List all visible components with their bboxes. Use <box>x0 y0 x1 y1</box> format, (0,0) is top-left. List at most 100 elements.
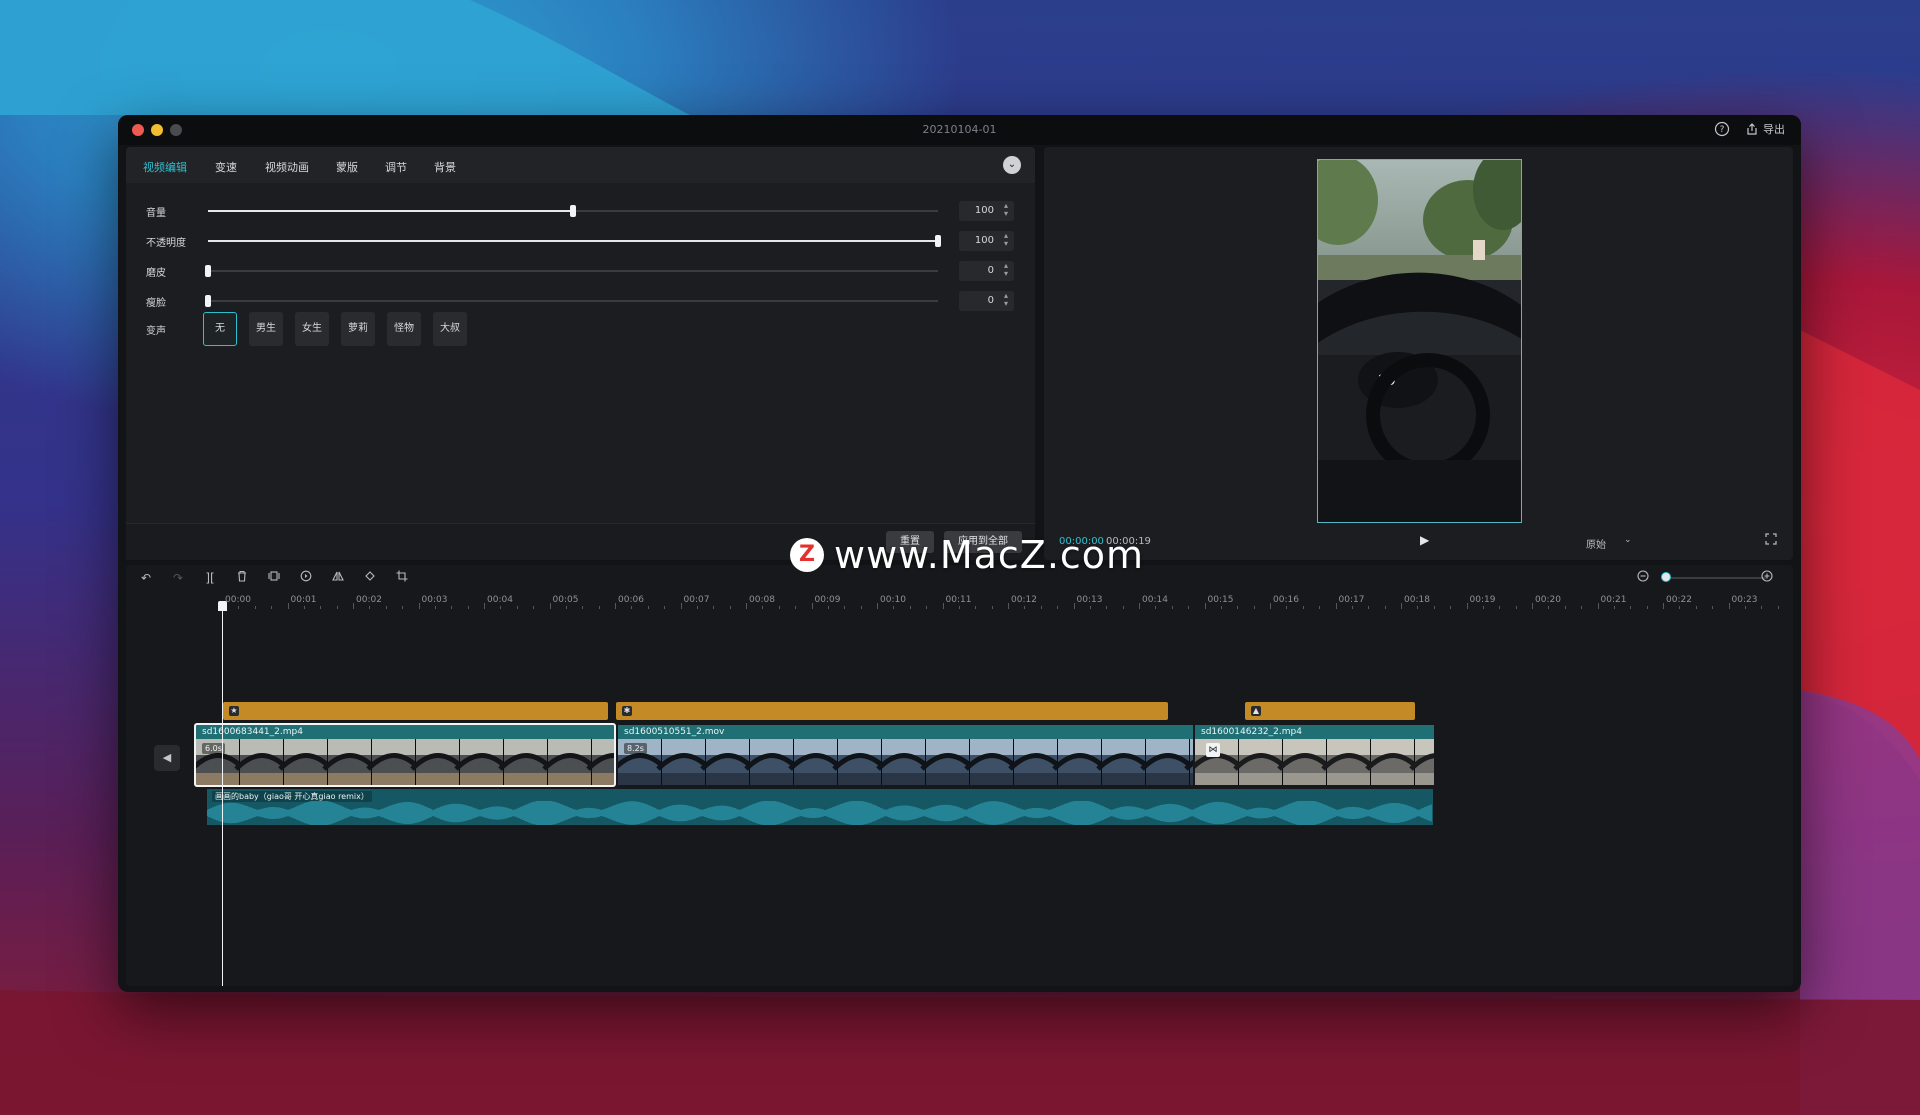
playhead[interactable] <box>222 603 223 986</box>
rotate-icon <box>364 571 376 585</box>
tab-background[interactable]: 背景 <box>434 159 456 175</box>
ruler-tick <box>991 606 993 609</box>
playhead-handle[interactable] <box>218 601 227 611</box>
smoothing-value-field[interactable]: 0 ▴ ▾ <box>959 261 1014 281</box>
tab-speed[interactable]: 变速 <box>215 159 237 175</box>
audio-clip[interactable]: 画画的baby（giao哥 开心真giao remix） <box>207 789 1433 825</box>
selected-clip-outline[interactable] <box>194 723 616 787</box>
zoom-out-button[interactable] <box>1635 570 1651 586</box>
ruler-tick-label: 00:17 <box>1338 595 1365 605</box>
ruler-tick <box>1270 603 1271 609</box>
stepper-icon[interactable]: ▴ ▾ <box>1004 262 1008 278</box>
mirror-icon <box>332 571 344 585</box>
undo-button[interactable]: ↶ <box>138 570 154 586</box>
stepper-icon[interactable]: ▴ ▾ <box>1004 232 1008 248</box>
slim-face-slider-knob[interactable] <box>205 295 211 307</box>
slim-face-label: 瘦脸 <box>146 298 166 309</box>
freeze-frame-icon <box>268 571 280 585</box>
video-preview[interactable]: 29 <box>1317 159 1522 523</box>
tab-adjust[interactable]: 调节 <box>385 159 407 175</box>
ruler-tick <box>1401 603 1402 609</box>
volume-value-field[interactable]: 100 ▴ ▾ <box>959 201 1014 221</box>
opacity-slider-knob[interactable] <box>935 235 941 247</box>
video-clip[interactable]: sd1600510551_2.mov 8.2s <box>618 725 1193 785</box>
voice-option-none[interactable]: 无 <box>203 312 237 346</box>
rotate-button[interactable] <box>362 570 378 586</box>
slider-row-smoothing: 磨皮 0 ▴ ▾ <box>126 261 1035 281</box>
ruler-tick <box>467 606 469 609</box>
redo-button[interactable]: ↷ <box>170 570 186 586</box>
volume-slider[interactable] <box>208 205 938 217</box>
ruler-tick <box>1122 606 1124 609</box>
edit-tabs: 视频编辑 变速 视频动画 蒙版 调节 背景 ⌄ <box>126 147 1035 183</box>
ruler-tick <box>1646 606 1648 609</box>
smoothing-label: 磨皮 <box>146 268 166 279</box>
effect-bar[interactable]: ★ <box>223 702 608 720</box>
voice-option-monster[interactable]: 怪物 <box>387 312 421 346</box>
help-button[interactable]: ? <box>1714 121 1730 137</box>
ruler-tick <box>369 606 371 609</box>
crop-icon <box>396 570 408 585</box>
freeze-frame-button[interactable] <box>266 570 282 586</box>
ruler-tick-label: 00:00 <box>225 595 251 605</box>
ruler-tick <box>1008 603 1009 609</box>
stepper-icon[interactable]: ▴ ▾ <box>1004 202 1008 218</box>
ruler-tick-label: 00:07 <box>683 595 710 605</box>
split-button[interactable]: ][ <box>202 570 218 586</box>
zoom-in-button[interactable] <box>1759 570 1775 586</box>
chevron-down-icon: ⌄ <box>1007 159 1017 170</box>
collapse-panel-button[interactable]: ⌄ <box>1003 156 1021 174</box>
volume-slider-knob[interactable] <box>570 205 576 217</box>
voice-option-loli[interactable]: 萝莉 <box>341 312 375 346</box>
tab-video-animation[interactable]: 视频动画 <box>265 159 309 175</box>
ruler-tick <box>844 606 846 609</box>
video-clip[interactable]: sd1600146232_2.mp4 <box>1195 725 1434 785</box>
voice-option-uncle[interactable]: 大叔 <box>433 312 467 346</box>
export-button[interactable]: 导出 <box>1745 121 1785 137</box>
opacity-slider[interactable] <box>208 235 941 247</box>
tab-video-edit[interactable]: 视频编辑 <box>143 159 187 175</box>
tab-mask[interactable]: 蒙版 <box>336 159 358 175</box>
play-button[interactable]: ▶ <box>1420 533 1429 547</box>
ruler-tick <box>860 606 862 609</box>
ruler-tick <box>1482 606 1484 609</box>
ruler-tick <box>1548 606 1550 609</box>
timeline-ruler[interactable]: 00:00 00:01 00:02 00:03 00:04 00:05 00:06 00:07… <box>126 591 1793 609</box>
ruler-tick <box>1335 603 1337 609</box>
ruler-tick <box>434 606 436 609</box>
ruler-tick <box>1319 606 1321 609</box>
smoothing-slider[interactable] <box>205 265 938 277</box>
fullscreen-button[interactable] <box>1765 533 1777 548</box>
slider-row-opacity: 不透明度 100 ▴ ▾ <box>126 231 1035 251</box>
smoothing-slider-knob[interactable] <box>205 265 211 277</box>
zoom-slider[interactable] <box>1666 577 1766 579</box>
effect-bar[interactable]: ✱ <box>616 702 1168 720</box>
delete-button[interactable] <box>234 570 250 586</box>
ruler-tick <box>598 606 600 609</box>
ruler-tick-label: 00:01 <box>290 595 317 605</box>
ruler-tick <box>516 606 518 609</box>
effect-bar[interactable]: ▲ <box>1245 702 1415 720</box>
ruler-tick <box>402 606 404 609</box>
slim-face-value-field[interactable]: 0 ▴ ▾ <box>959 291 1014 311</box>
aspect-ratio-select[interactable]: 原始 <box>1586 536 1606 551</box>
crop-button[interactable] <box>394 570 410 586</box>
voice-option-male[interactable]: 男生 <box>249 312 283 346</box>
zoom-out-icon <box>1637 570 1649 585</box>
voice-changer-row: 变声 无 男生 女生 萝莉 怪物 大叔 <box>126 312 1035 346</box>
opacity-label: 不透明度 <box>146 238 186 249</box>
opacity-value-field[interactable]: 100 ▴ ▾ <box>959 231 1014 251</box>
slim-face-slider[interactable] <box>205 295 938 307</box>
reverse-button[interactable] <box>298 570 314 586</box>
zoom-slider-knob[interactable] <box>1661 572 1671 582</box>
transition-icon[interactable]: ⋈ <box>1206 743 1220 757</box>
ruler-tick <box>877 603 878 609</box>
watermark: Z www.MacZ.com <box>790 533 1144 577</box>
voice-option-female[interactable]: 女生 <box>295 312 329 346</box>
mute-track-button[interactable]: ◀ <box>154 745 180 771</box>
chevron-down-icon[interactable]: ⌄ <box>1624 535 1632 545</box>
stepper-icon[interactable]: ▴ ▾ <box>1004 292 1008 308</box>
play-icon: ▶ <box>1420 533 1430 547</box>
edit-panel: 视频编辑 变速 视频动画 蒙版 调节 背景 ⌄ 音量 100 ▴ ▾ 不透明度 10… <box>126 147 1035 560</box>
mirror-button[interactable] <box>330 570 346 586</box>
